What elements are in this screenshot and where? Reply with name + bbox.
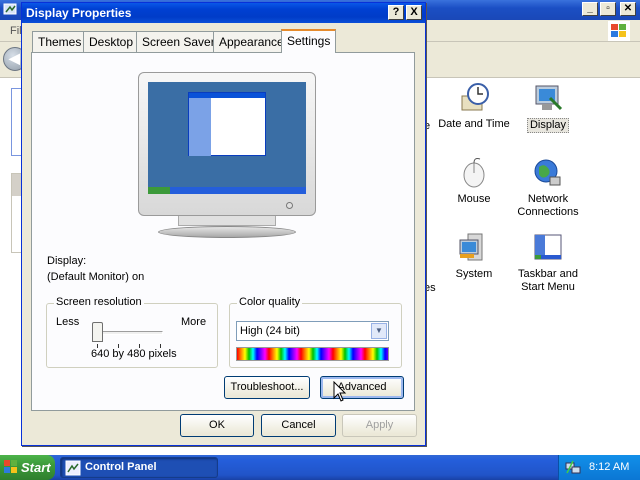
color-quality-value: High (24 bit) [240, 325, 300, 337]
minimize-button[interactable]: _ [582, 2, 598, 16]
system-icon [459, 233, 483, 261]
monitor-base [158, 226, 296, 238]
troubleshoot-button[interactable]: Troubleshoot... [224, 376, 310, 399]
display-properties-dialog: Display Properties ? X Themes Desktop Sc… [21, 2, 426, 446]
dialog-titlebar[interactable]: Display Properties ? X [22, 3, 425, 23]
clock-icon [461, 83, 489, 111]
item-display[interactable]: Display [508, 82, 588, 133]
monitor-stand [178, 216, 276, 226]
tab-themes[interactable]: Themes [32, 31, 88, 52]
color-spectrum-bar [236, 347, 389, 361]
color-quality-legend: Color quality [237, 296, 303, 308]
slider-less-label: Less [56, 316, 80, 328]
item-date-and-time[interactable]: Date and Time [434, 82, 514, 131]
monitor-screen [148, 82, 306, 194]
tab-desktop[interactable]: Desktop [83, 31, 140, 52]
control-panel-icon [65, 460, 81, 476]
item-taskbar-and-start-menu[interactable]: Taskbar and Start Menu [508, 232, 588, 294]
back-arrow-icon: ◀ [9, 50, 20, 66]
help-button[interactable]: ? [388, 5, 404, 20]
settings-tab-page: Display: (Default Monitor) on Screen res… [31, 52, 415, 411]
mouse-cursor-icon [333, 381, 347, 402]
close-button[interactable]: ✕ [620, 2, 636, 16]
ok-button[interactable]: OK [180, 414, 254, 437]
color-quality-group: Color quality High (24 bit) ▼ [229, 296, 402, 368]
screen-resolution-group: Screen resolution Less More 640 by 480 p… [46, 296, 218, 368]
preview-taskbar [148, 187, 306, 194]
menu-file[interactable]: Fil [10, 25, 22, 37]
item-system[interactable]: System [434, 232, 514, 281]
monitor-preview [138, 72, 316, 216]
apply-button[interactable]: Apply [342, 414, 417, 437]
screen-resolution-legend: Screen resolution [54, 296, 144, 308]
windows-flag-icon [4, 460, 17, 473]
task-pane [0, 78, 23, 455]
item-network-connections[interactable]: Network Connections [508, 157, 588, 219]
restore-button[interactable]: ▫ [600, 2, 616, 16]
item-label-line: Network [527, 193, 569, 205]
start-label: Start [21, 460, 51, 475]
cancel-button[interactable]: Cancel [261, 414, 336, 437]
preview-start-button [148, 187, 170, 194]
tab-settings[interactable]: Settings [281, 29, 337, 53]
display-value: (Default Monitor) on [47, 271, 145, 283]
taskbar-item-control-panel[interactable]: Control Panel [60, 457, 218, 478]
control-panel-icon [3, 3, 17, 15]
resolution-slider-track[interactable] [99, 331, 163, 335]
dialog-title: Display Properties [26, 6, 132, 20]
system-tray: 8:12 AM [558, 455, 640, 480]
mouse-icon [463, 158, 485, 188]
dialog-close-button[interactable]: X [406, 5, 422, 20]
clock[interactable]: 8:12 AM [589, 461, 629, 473]
windows-logo-icon [608, 21, 630, 41]
tab-screen-saver[interactable]: Screen Saver [136, 31, 221, 52]
item-label-line: Taskbar and [518, 268, 578, 280]
item-label-line: Start Menu [521, 281, 575, 293]
taskbar-item-label: Control Panel [85, 461, 157, 473]
resolution-slider-thumb[interactable] [92, 322, 103, 342]
network-tray-icon[interactable] [565, 459, 581, 475]
display-label: Display: [47, 255, 87, 267]
item-label-line: Connections [517, 206, 579, 218]
color-quality-dropdown[interactable]: High (24 bit) ▼ [236, 321, 389, 341]
resolution-value: 640 by 480 pixels [91, 348, 177, 360]
taskbar: Start Control Panel 8:12 AM [0, 455, 640, 480]
preview-window [188, 92, 266, 156]
power-button-icon [286, 202, 293, 209]
display-icon [535, 85, 563, 111]
network-globe-icon [534, 159, 561, 186]
chevron-down-icon[interactable]: ▼ [371, 323, 387, 339]
slider-more-label: More [181, 316, 207, 328]
item-mouse[interactable]: Mouse [434, 157, 514, 206]
start-button[interactable]: Start [0, 455, 55, 480]
tab-appearance[interactable]: Appearance [213, 31, 290, 52]
taskbar-icon [534, 234, 562, 260]
